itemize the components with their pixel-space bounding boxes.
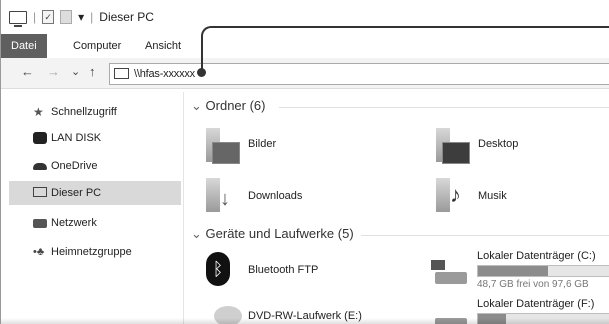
folders-group-header[interactable]: ⌄ Ordner (6): [191, 98, 609, 114]
pictures-folder-icon: [206, 128, 240, 164]
windows-drive-icon: [429, 260, 467, 286]
storage-usage-fill: [478, 266, 548, 276]
address-text: \\hfas-xxxxxx: [134, 68, 195, 80]
sidebar-item-heimnetzgruppe[interactable]: •♣ Heimnetzgruppe: [11, 240, 181, 264]
explorer-window: | ✓ ▾ | Dieser PC Datei Computer Ansicht…: [0, 0, 609, 324]
up-arrow-icon[interactable]: ↑: [89, 64, 96, 79]
sidebar-item-label: Dieser PC: [51, 187, 102, 199]
tab-ansicht[interactable]: Ansicht: [135, 34, 191, 58]
devices-group-header[interactable]: ⌄ Geräte und Laufwerke (5): [191, 226, 609, 242]
tab-computer[interactable]: Computer: [63, 34, 131, 58]
title-bar: | ✓ ▾ | Dieser PC: [1, 0, 609, 34]
sidebar-item-schnellzugriff[interactable]: ★ Schnellzugriff: [11, 100, 181, 124]
folder-label: Bilder: [248, 138, 277, 150]
network-icon: [33, 219, 47, 228]
desktop-folder-icon: [436, 128, 470, 164]
lan-disk-icon: [33, 132, 47, 144]
folder-label: Desktop: [478, 138, 519, 150]
sidebar-item-netzwerk[interactable]: Netzwerk: [11, 211, 181, 235]
chevron-down-icon: ⌄: [191, 98, 202, 113]
folder-label: Musik: [478, 190, 507, 202]
sidebar-item-label: Schnellzugriff: [51, 106, 117, 118]
back-arrow-icon[interactable]: ←: [21, 64, 34, 79]
quick-access-toolbar: | ✓ ▾ | Dieser PC: [9, 10, 154, 27]
bluetooth-icon: ᛒ: [206, 252, 230, 286]
cloud-icon: [33, 163, 47, 170]
address-bar[interactable]: \\hfas-xxxxxx: [109, 63, 609, 85]
sidebar-item-onedrive[interactable]: OneDrive: [11, 154, 181, 178]
group-title: Geräte und Laufwerke (5): [205, 226, 354, 241]
music-folder-icon: ♪: [436, 178, 468, 212]
properties-icon[interactable]: ✓: [42, 10, 55, 24]
computer-icon[interactable]: [9, 10, 27, 27]
device-label: Lokaler Datenträger (C:): [477, 250, 596, 262]
callout-line: [201, 36, 203, 72]
callout-dot: [197, 68, 206, 77]
device-label: Lokaler Datenträger (F:): [477, 298, 595, 310]
homegroup-icon: •♣: [33, 246, 45, 258]
bottom-shadow: [1, 318, 609, 324]
sidebar-item-label: Netzwerk: [51, 217, 97, 229]
computer-icon: [114, 68, 129, 79]
computer-icon: [33, 187, 47, 197]
group-title: Ordner (6): [205, 98, 266, 113]
navigation-bar: ← → ⌄ ↑ \\hfas-xxxxxx: [1, 58, 609, 89]
navigation-pane: ★ Schnellzugriff LAN DISK OneDrive Diese…: [1, 92, 184, 324]
recent-locations-icon[interactable]: ⌄: [71, 65, 80, 78]
sidebar-item-label: OneDrive: [51, 160, 98, 172]
sidebar-item-label: Heimnetzgruppe: [51, 246, 132, 258]
device-label: Bluetooth FTP: [248, 264, 319, 276]
new-folder-icon[interactable]: [60, 10, 73, 24]
sidebar-item-label: LAN DISK: [51, 132, 102, 144]
window-title: Dieser PC: [99, 10, 154, 24]
ribbon-tabs: Datei Computer Ansicht: [1, 34, 609, 59]
group-divider: [361, 235, 609, 236]
customize-toolbar-dropdown[interactable]: ▾: [78, 10, 84, 24]
forward-arrow-icon[interactable]: →: [47, 64, 60, 79]
sidebar-item-lan-disk[interactable]: LAN DISK: [11, 126, 181, 150]
downloads-folder-icon: ↓: [206, 178, 238, 212]
callout-line: [211, 26, 609, 28]
separator: |: [33, 10, 37, 24]
tab-datei[interactable]: Datei: [1, 34, 47, 58]
chevron-down-icon: ⌄: [191, 226, 202, 241]
storage-free-text: 48,7 GB frei von 97,6 GB: [477, 279, 589, 290]
separator: |: [90, 10, 94, 24]
storage-usage-bar: [477, 265, 609, 277]
star-icon: ★: [33, 105, 44, 119]
group-divider: [279, 107, 609, 108]
folder-label: Downloads: [248, 190, 303, 202]
sidebar-item-dieser-pc[interactable]: Dieser PC: [9, 181, 181, 205]
